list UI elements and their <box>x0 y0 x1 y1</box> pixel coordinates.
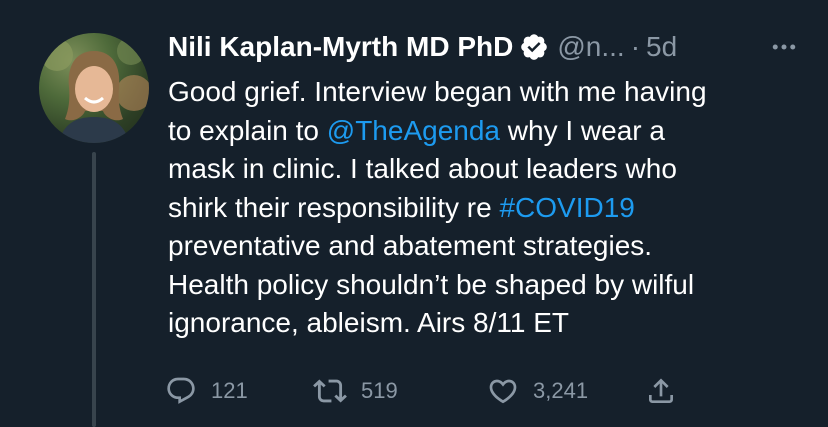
like-button[interactable]: 3,241 <box>487 370 588 412</box>
tweet-text-segment: why I wear a <box>500 114 665 146</box>
tweet-actions: 121 519 3,241 <box>165 370 685 412</box>
share-button[interactable] <box>645 370 677 412</box>
mention-link[interactable]: @TheAgenda <box>327 115 500 146</box>
tweet-text-segment: shirk their responsibility re <box>168 191 500 223</box>
avatar[interactable] <box>39 33 149 143</box>
tweet-text-line: Good grief. Interview began with me havi… <box>168 73 808 112</box>
heart-icon <box>489 379 517 404</box>
reply-icon <box>167 377 195 404</box>
like-count: 3,241 <box>533 378 589 403</box>
retweet-icon <box>313 379 347 403</box>
tweet-text-line: preventative and abatement strategies. <box>168 227 808 266</box>
tweet-text-line: shirk their responsibility re #COVID19 <box>168 189 808 228</box>
thread-connector-line <box>92 152 96 427</box>
tweet-text-line: ignorance, ableism. Airs 8/11 ET <box>168 304 808 343</box>
retweet-button[interactable]: 519 <box>313 370 398 412</box>
share-icon <box>649 378 673 403</box>
author-handle[interactable]: @n... <box>557 26 624 68</box>
tweet-header: Nili Kaplan-Myrth MD PhD @n... · 5d <box>168 26 808 68</box>
tweet-text: Good grief. Interview began with me havi… <box>168 73 808 343</box>
tweet-timestamp[interactable]: 5d <box>646 26 677 68</box>
verified-badge-icon <box>519 32 549 62</box>
more-horizontal-icon[interactable] <box>760 26 808 68</box>
tweet[interactable]: Nili Kaplan-Myrth MD PhD @n... · 5d Good… <box>0 0 828 427</box>
tweet-text-segment: preventative and abatement strategies. <box>168 230 653 261</box>
reply-count: 121 <box>211 378 248 403</box>
reply-button[interactable]: 121 <box>165 370 248 412</box>
retweet-count: 519 <box>361 378 398 403</box>
tweet-text-line: Health policy shouldn’t be shaped by wil… <box>168 266 808 305</box>
hashtag-link[interactable]: #COVID19 <box>499 192 634 223</box>
tweet-text-segment: ignorance, ableism. Airs 8/11 ET <box>168 307 570 338</box>
tweet-text-segment: mask in clinic. I talked about leaders w… <box>168 153 677 184</box>
author-display-name[interactable]: Nili Kaplan-Myrth MD PhD <box>168 26 513 68</box>
tweet-text-segment: Health policy shouldn’t be shaped by wil… <box>168 268 695 300</box>
tweet-text-line: to explain to @TheAgenda why I wear a <box>168 112 808 151</box>
tweet-text-segment: Good grief. Interview began with me havi… <box>168 76 707 107</box>
separator-dot: · <box>630 31 641 62</box>
tweet-text-segment: to explain to <box>168 114 327 146</box>
tweet-text-line: mask in clinic. I talked about leaders w… <box>168 150 808 189</box>
